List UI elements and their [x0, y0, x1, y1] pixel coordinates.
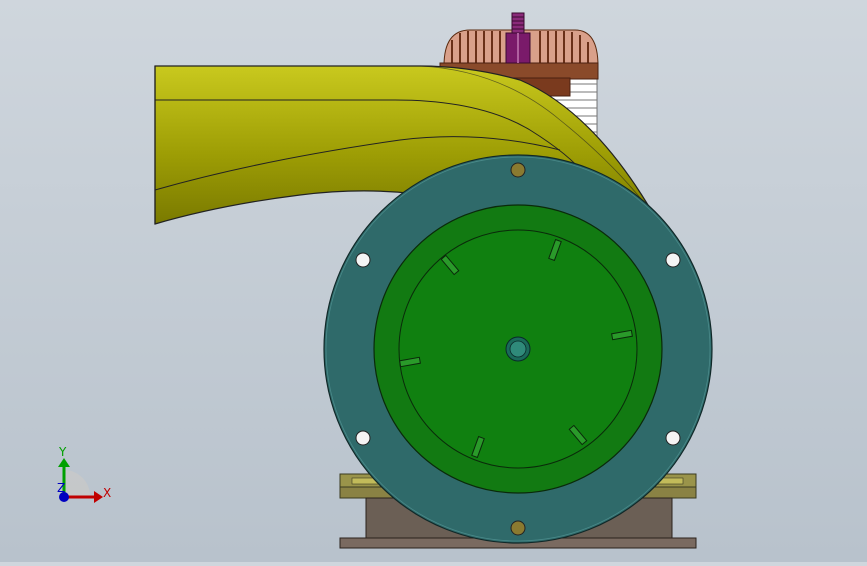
bolt-hole-upper-right	[665, 252, 681, 268]
rotor-disk[interactable]	[373, 204, 663, 494]
z-axis-label: Z	[57, 481, 65, 495]
bolt-hole-lower-right	[665, 430, 681, 446]
coordinate-triad: Y X Z	[57, 445, 111, 503]
x-axis-label: X	[103, 486, 111, 500]
cad-graphics-viewport[interactable]: Y X Z	[0, 0, 867, 562]
spark-plug[interactable]	[505, 12, 531, 64]
bolt-hole-top	[510, 162, 526, 178]
bolt-hole-bottom	[510, 520, 526, 536]
model-canvas[interactable]: Y X Z	[0, 0, 867, 562]
bolt-hole-upper-left	[355, 252, 371, 268]
bolt-hole-lower-left	[355, 430, 371, 446]
y-axis-label: Y	[58, 445, 67, 459]
